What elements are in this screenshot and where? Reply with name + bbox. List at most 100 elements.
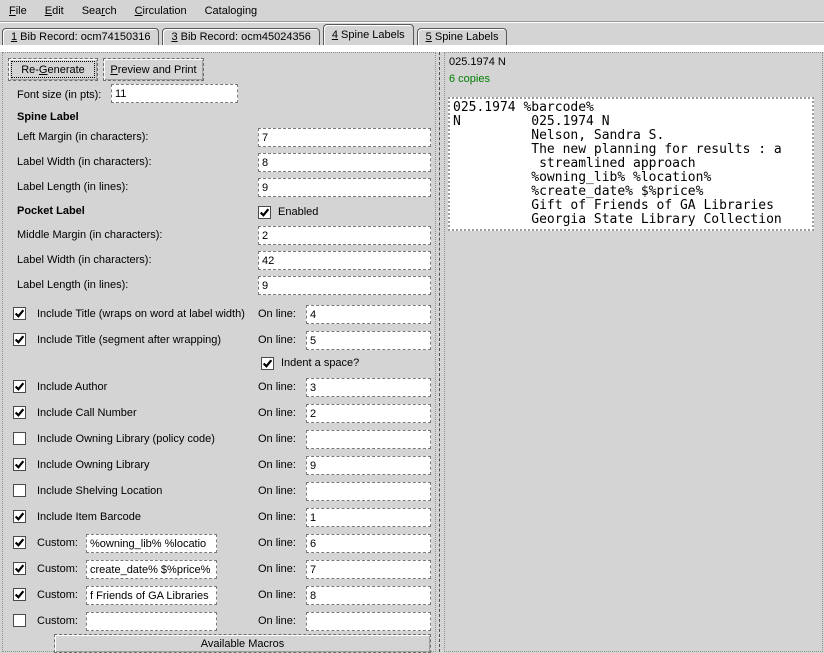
check-icon: [14, 511, 25, 522]
on-line-label: On line:: [258, 511, 296, 523]
custom-2-value-input[interactable]: [86, 560, 217, 579]
preview-panel: 025.1974 N 6 copies 025.1974 %barcode% N…: [444, 52, 823, 652]
check-icon: [14, 459, 25, 470]
settings-panel: Re-Generate Preview and Print Font size …: [2, 52, 436, 652]
font-size-input[interactable]: [111, 84, 238, 103]
pocket-enabled-checkbox[interactable]: [258, 206, 271, 219]
spine-label-width-label: Label Width (in characters):: [17, 156, 152, 168]
call-number-label: 025.1974 N: [449, 56, 506, 68]
pocket-label-length-input[interactable]: [258, 276, 431, 295]
copies-count: 6 copies: [449, 73, 490, 85]
on-line-input-call-number[interactable]: [306, 404, 431, 423]
tab-spine-labels-5[interactable]: 5 Spine Labels: [417, 28, 508, 45]
custom-2-label: Custom:: [37, 563, 78, 575]
check-icon: [14, 334, 25, 345]
check-icon: [14, 589, 25, 600]
include-title-segment-checkbox[interactable]: [13, 333, 26, 346]
spine-left-margin-input[interactable]: [258, 128, 431, 147]
on-line-input-custom-3[interactable]: [306, 586, 431, 605]
pocket-label-heading: Pocket Label: [17, 205, 85, 217]
indent-a-space-checkbox[interactable]: [261, 357, 274, 370]
menu-label: irculation: [143, 5, 187, 17]
custom-2-checkbox[interactable]: [13, 562, 26, 575]
on-line-label: On line:: [258, 381, 296, 393]
include-item-barcode-label: Include Item Barcode: [37, 511, 141, 523]
pocket-label-width-input[interactable]: [258, 251, 431, 270]
include-title-wrap-label: Include Title (wraps on word at label wi…: [37, 308, 245, 320]
on-line-input-owning-library[interactable]: [306, 456, 431, 475]
menu-cataloging[interactable]: Cataloging: [196, 2, 267, 20]
custom-1-value-input[interactable]: [86, 534, 217, 553]
spine-label-heading: Spine Label: [17, 111, 79, 123]
tab-label: Bib Record: ocm74150316: [17, 31, 150, 43]
on-line-label: On line:: [258, 407, 296, 419]
font-size-label: Font size (in pts):: [17, 89, 101, 101]
check-icon: [14, 308, 25, 319]
pocket-middle-margin-input[interactable]: [258, 226, 431, 245]
label-preview-textarea[interactable]: 025.1974 %barcode% N 025.1974 N Nelson, …: [448, 97, 814, 231]
spine-label-width-input[interactable]: [258, 153, 431, 172]
include-shelving-location-label: Include Shelving Location: [37, 485, 162, 497]
on-line-label: On line:: [258, 459, 296, 471]
on-line-input-shelving-location[interactable]: [306, 482, 431, 501]
preview-and-print-button[interactable]: Preview and Print: [103, 58, 204, 81]
custom-3-value-input[interactable]: [86, 586, 217, 605]
spine-label-length-input[interactable]: [258, 178, 431, 197]
available-macros-button[interactable]: Available Macros: [54, 634, 431, 653]
on-line-input-title-segment[interactable]: [306, 331, 431, 350]
custom-3-checkbox[interactable]: [13, 588, 26, 601]
on-line-input-title-wrap[interactable]: [306, 305, 431, 324]
on-line-input-item-barcode[interactable]: [306, 508, 431, 527]
button-label: review and Print: [118, 64, 197, 76]
on-line-label: On line:: [258, 589, 296, 601]
on-line-input-custom-2[interactable]: [306, 560, 431, 579]
custom-4-value-input[interactable]: [86, 612, 217, 631]
include-title-segment-label: Include Title (segment after wrapping): [37, 334, 221, 346]
include-owning-library-checkbox[interactable]: [13, 458, 26, 471]
on-line-input-custom-4[interactable]: [306, 612, 431, 631]
button-mnemonic: P: [110, 64, 117, 76]
regenerate-button[interactable]: Re-Generate: [8, 58, 98, 81]
custom-1-checkbox[interactable]: [13, 536, 26, 549]
on-line-label: On line:: [258, 615, 296, 627]
include-title-wrap-checkbox[interactable]: [13, 307, 26, 320]
include-call-number-label: Include Call Number: [37, 407, 137, 419]
menubar: File Edit Search Circulation Cataloging: [0, 0, 824, 22]
custom-4-checkbox[interactable]: [13, 614, 26, 627]
menu-label: ile: [16, 5, 27, 17]
panel-splitter[interactable]: [439, 52, 443, 652]
include-item-barcode-checkbox[interactable]: [13, 510, 26, 523]
indent-a-space-label: Indent a space?: [281, 357, 359, 369]
include-shelving-location-checkbox[interactable]: [13, 484, 26, 497]
check-icon: [262, 358, 273, 369]
on-line-label: On line:: [258, 308, 296, 320]
menu-edit[interactable]: Edit: [36, 2, 73, 20]
pocket-middle-margin-label: Middle Margin (in characters):: [17, 229, 163, 241]
tab-label: Spine Labels: [338, 29, 405, 41]
on-line-label: On line:: [258, 485, 296, 497]
custom-4-label: Custom:: [37, 615, 78, 627]
menu-label: Sea: [82, 5, 102, 17]
menu-file[interactable]: File: [0, 2, 36, 20]
check-icon: [259, 207, 270, 218]
pocket-label-width-label: Label Width (in characters):: [17, 254, 152, 266]
on-line-input-owning-policy[interactable]: [306, 430, 431, 449]
check-icon: [14, 537, 25, 548]
tab-spine-labels-4[interactable]: 4 Spine Labels: [323, 24, 414, 45]
on-line-label: On line:: [258, 537, 296, 549]
tab-bib-record-ocm74150316[interactable]: 1 Bib Record: ocm74150316: [2, 28, 159, 45]
on-line-input-author[interactable]: [306, 378, 431, 397]
on-line-input-custom-1[interactable]: [306, 534, 431, 553]
on-line-label: On line:: [258, 563, 296, 575]
include-author-checkbox[interactable]: [13, 380, 26, 393]
tab-content-strip: [0, 45, 824, 52]
menu-circulation[interactable]: Circulation: [126, 2, 196, 20]
include-call-number-checkbox[interactable]: [13, 406, 26, 419]
menu-label: dit: [52, 5, 64, 17]
include-owning-policy-checkbox[interactable]: [13, 432, 26, 445]
spine-left-margin-label: Left Margin (in characters):: [17, 131, 148, 143]
tab-bib-record-ocm45024356[interactable]: 3 Bib Record: ocm45024356: [162, 28, 319, 45]
check-icon: [14, 381, 25, 392]
menu-search[interactable]: Search: [73, 2, 126, 20]
check-icon: [14, 407, 25, 418]
